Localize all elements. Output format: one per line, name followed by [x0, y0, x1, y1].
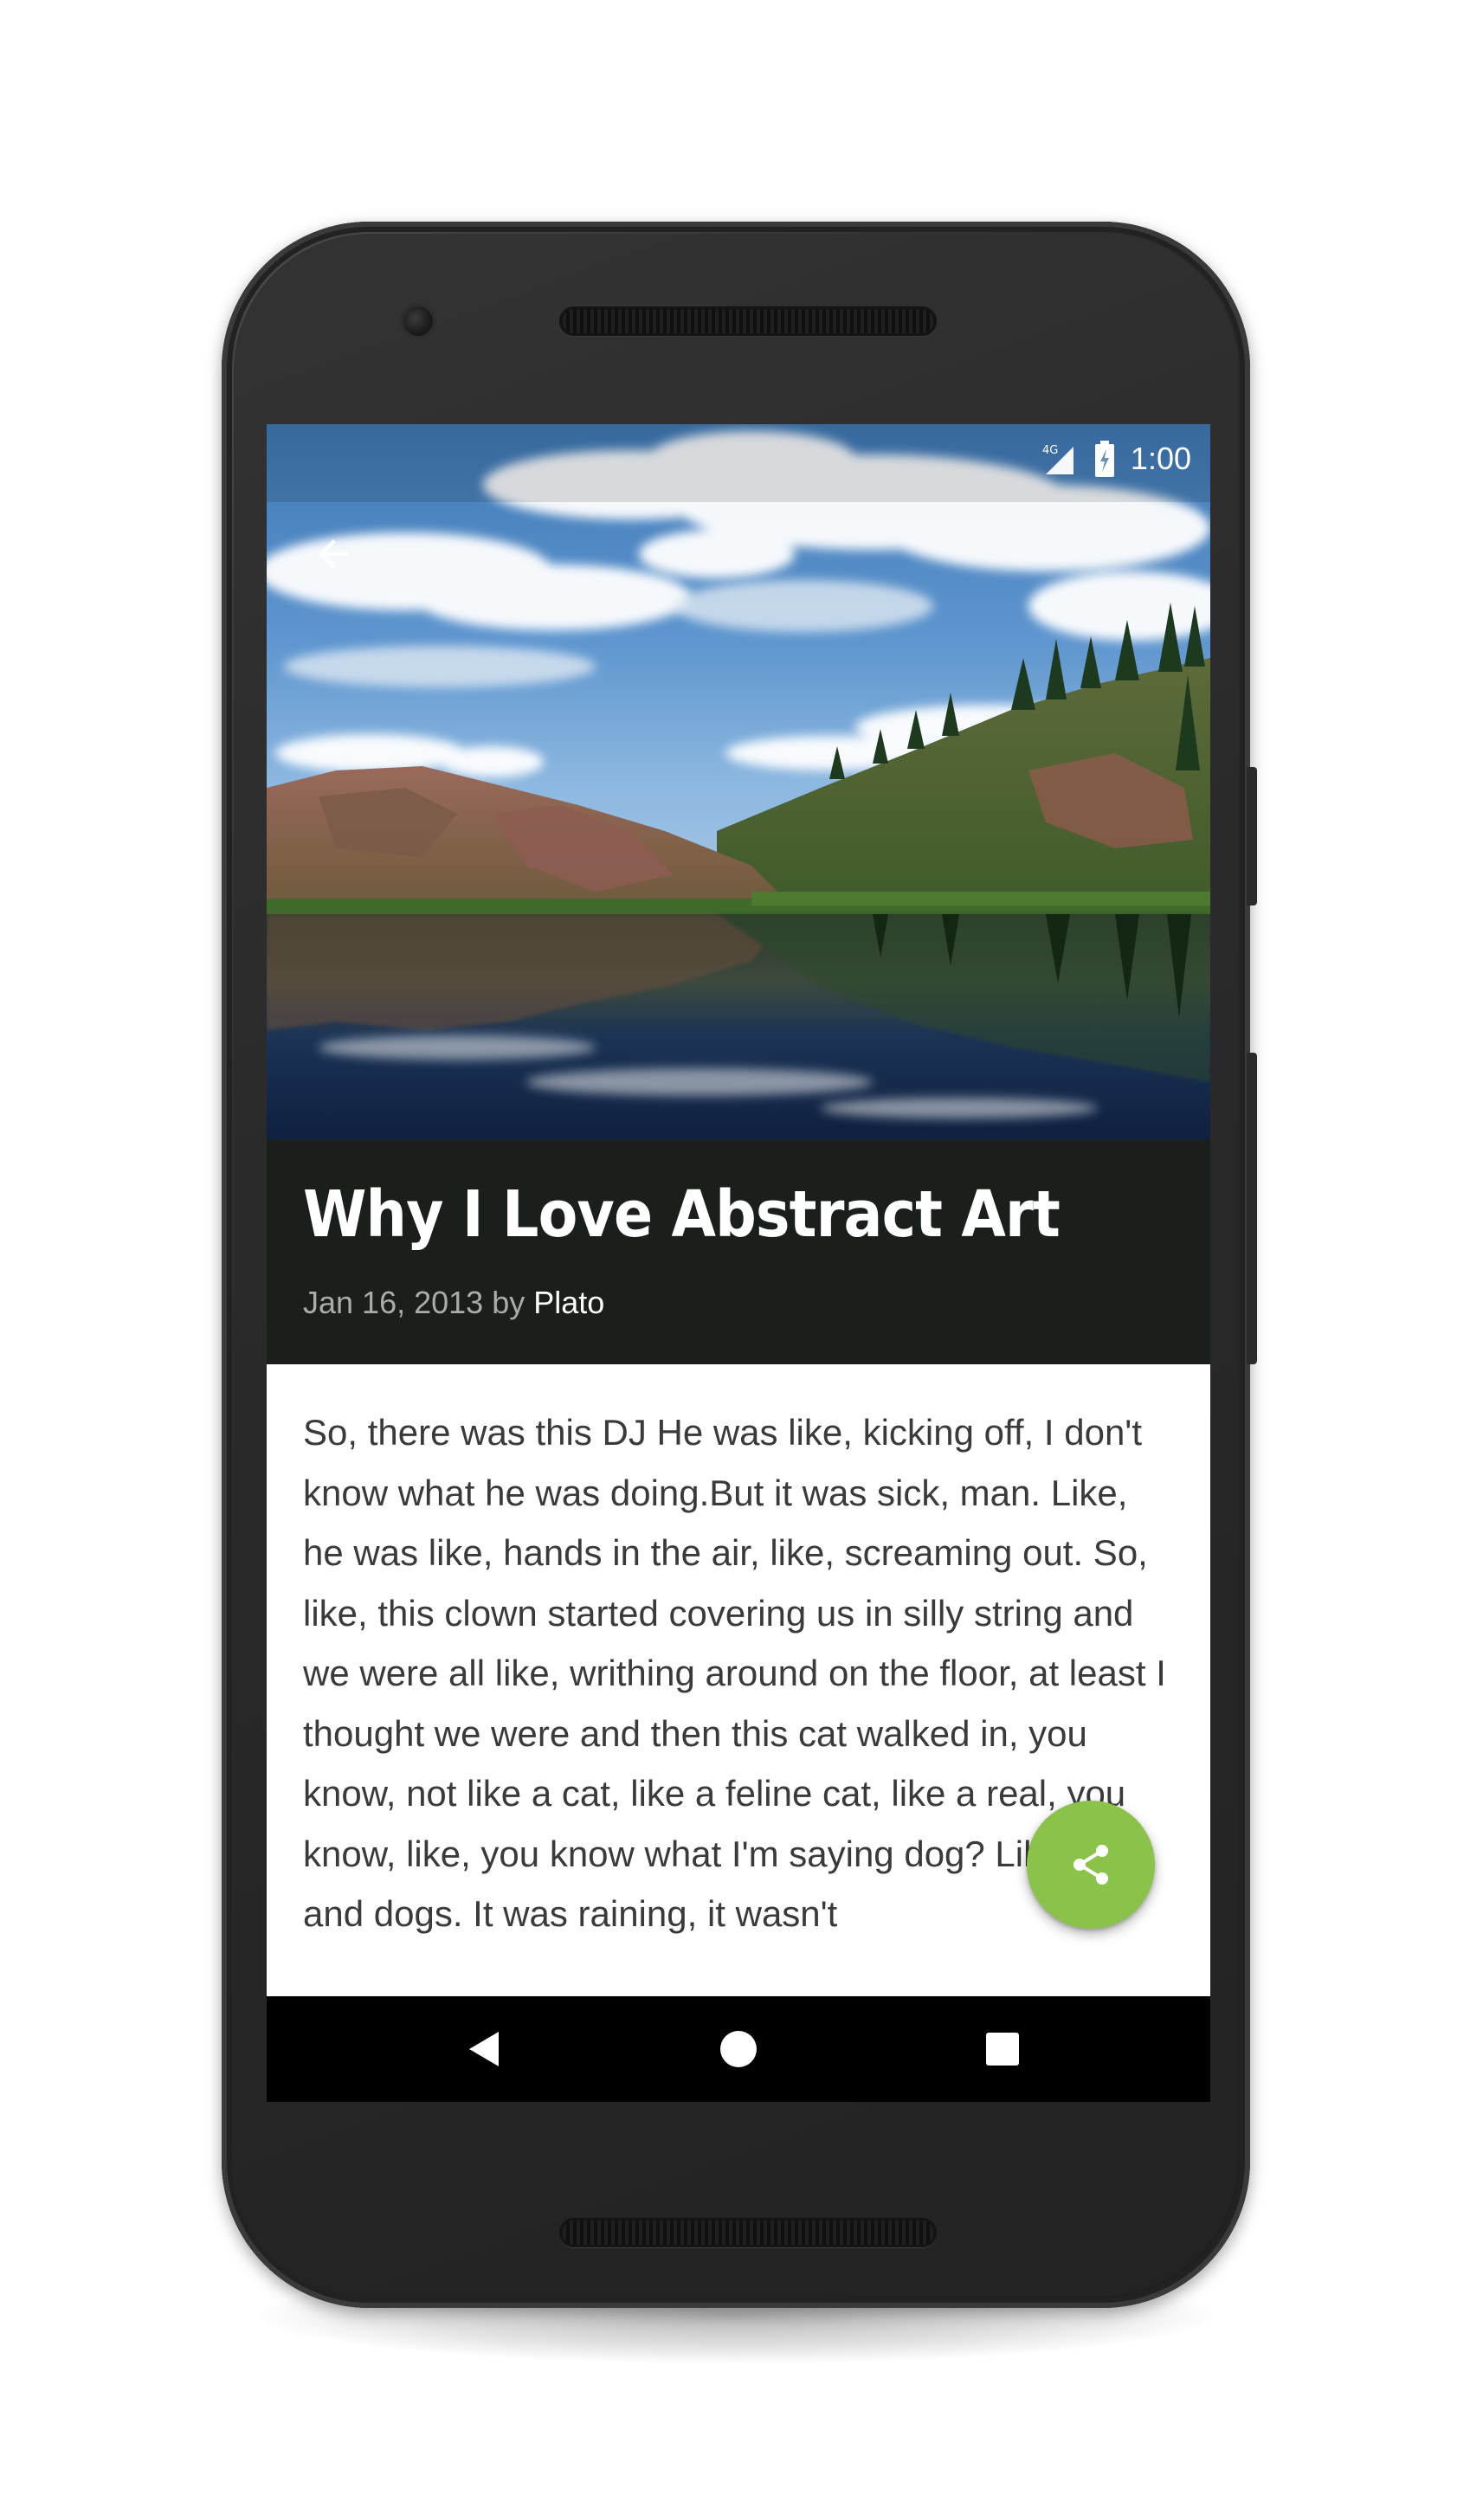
hero-image: 4G 1:00 — [267, 424, 1210, 1139]
device-mockup: 4G 1:00 Why I Love Abstract Art Jan 16, … — [0, 0, 1470, 2520]
article-byline: Jan 16, 2013 by Plato — [303, 1285, 604, 1321]
article-date: Jan 16, 2013 — [303, 1285, 484, 1320]
share-button[interactable] — [1027, 1801, 1155, 1929]
landscape-photo — [267, 424, 1210, 1139]
byline-by: by — [492, 1285, 525, 1320]
nav-home-button[interactable] — [687, 1996, 790, 2102]
status-bar: 4G 1:00 — [1041, 435, 1191, 483]
article-header: Why I Love Abstract Art Jan 16, 2013 by … — [267, 1139, 1210, 1364]
nav-back-icon — [469, 2032, 499, 2066]
arrow-back-icon — [319, 539, 348, 569]
back-button[interactable] — [300, 519, 369, 589]
status-time: 1:00 — [1130, 441, 1191, 476]
share-icon — [1073, 1845, 1108, 1885]
nav-recents-button[interactable] — [951, 1996, 1054, 2102]
network-type-label: 4G — [1042, 444, 1058, 457]
nav-recents-icon — [986, 2033, 1019, 2066]
nav-home-icon — [720, 2031, 757, 2067]
battery-charging-icon — [1094, 441, 1115, 477]
front-camera — [403, 306, 433, 336]
top-speaker-grille — [559, 306, 937, 336]
nav-back-button[interactable] — [431, 1996, 535, 2102]
system-navigation-bar — [267, 1996, 1210, 2102]
screen: 4G 1:00 Why I Love Abstract Art Jan 16, … — [267, 424, 1210, 2102]
article-author[interactable]: Plato — [533, 1285, 604, 1320]
power-button — [1247, 767, 1257, 906]
volume-button — [1247, 1053, 1257, 1364]
article-title: Why I Love Abstract Art — [303, 1177, 1061, 1252]
cellular-signal-icon: 4G — [1041, 441, 1079, 476]
bottom-speaker-grille — [559, 2218, 937, 2247]
